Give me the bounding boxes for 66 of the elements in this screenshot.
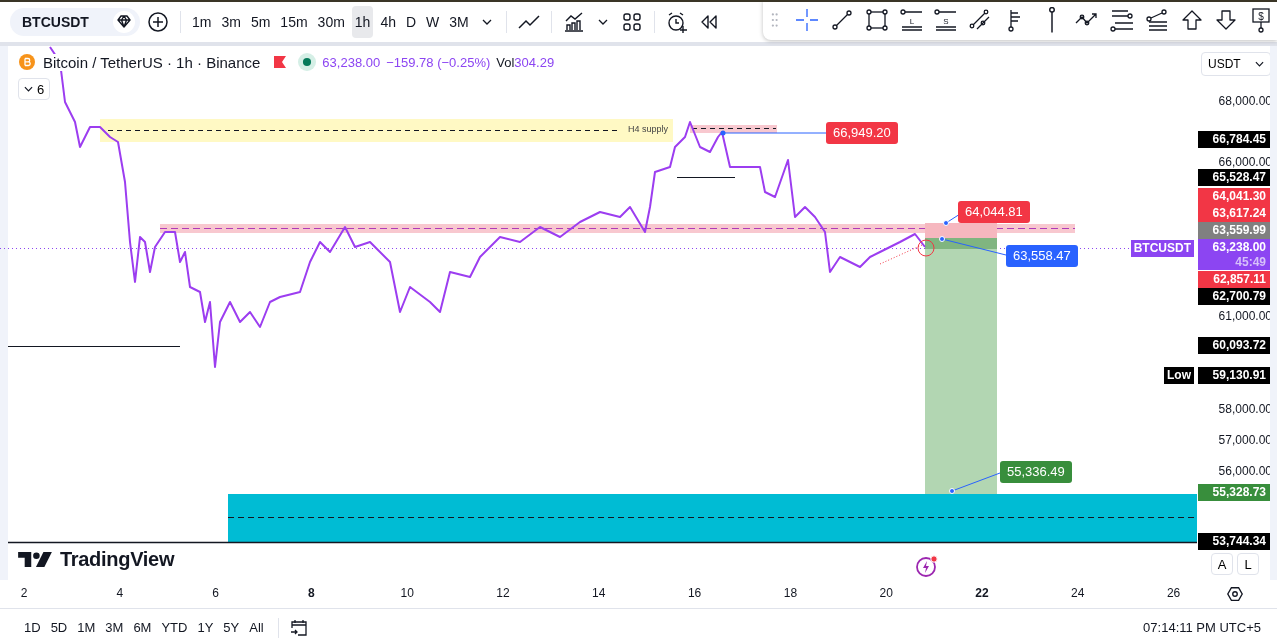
logo-text[interactable]: TradingView	[60, 548, 175, 571]
symbol-search[interactable]: BTCUSDT	[10, 8, 140, 36]
range-button[interactable]: 5D	[46, 620, 72, 635]
time-tick: 6	[212, 586, 219, 600]
volume-label: Vol	[496, 54, 515, 70]
price-tick: 68,000.00	[1217, 93, 1272, 109]
range-button[interactable]: 1Y	[193, 620, 218, 635]
time-tick: 22	[975, 586, 989, 600]
price-callout[interactable]: 66,949.20	[826, 122, 898, 144]
time-tick: 4	[116, 586, 124, 600]
price-label: 64,041.30	[1198, 187, 1270, 205]
time-tick: 8	[308, 586, 315, 600]
range-button[interactable]: 3M	[101, 620, 128, 635]
range-button[interactable]: 6M	[129, 620, 156, 635]
time-tick: 10	[400, 586, 414, 600]
scale-button[interactable]: A	[1211, 553, 1233, 575]
price-label: 65,528.47	[1198, 168, 1270, 186]
clock: 07:14:11 PM UTC+5	[1143, 620, 1261, 635]
volume-value: 304.29	[514, 54, 555, 70]
price-label: 66,784.45	[1198, 130, 1270, 148]
price-label: 60,093.72	[1198, 336, 1270, 354]
price-label: 53,744.34	[1198, 532, 1270, 550]
axis-tag: Low	[1164, 366, 1194, 384]
range-button[interactable]: 1D	[20, 620, 45, 635]
range-button[interactable]: YTD	[157, 620, 192, 635]
price-label: 62,857.11	[1198, 270, 1270, 288]
price-tick: 66,000.00	[1217, 154, 1272, 170]
interval-button[interactable]: 5m	[247, 6, 274, 38]
indicators-toggle[interactable]: 6	[18, 78, 51, 100]
time-tick: 2	[20, 586, 28, 600]
last-price: 63,238.00	[322, 54, 381, 70]
price-value: 63,238.00	[1212, 240, 1266, 255]
time-tick: 12	[496, 586, 510, 600]
price-change: −159.78 (−0.25%)	[386, 54, 491, 70]
price-tick: 58,000.00	[1217, 401, 1272, 417]
axis-tag: BTCUSDT	[1130, 239, 1194, 257]
zone-label: H4 supply	[628, 124, 669, 134]
interval-button[interactable]: D	[403, 6, 420, 38]
interval-button[interactable]: 4h	[377, 6, 399, 38]
countdown: 45:49	[1235, 255, 1266, 270]
range-button[interactable]: 5Y	[219, 620, 244, 635]
time-tick: 14	[592, 586, 606, 600]
scale-button[interactable]: L	[1237, 553, 1259, 575]
range-button[interactable]: All	[245, 620, 268, 635]
interval-button[interactable]: 1m	[189, 6, 215, 38]
interval-button[interactable]: 3M	[446, 6, 472, 38]
time-tick: 16	[687, 586, 702, 600]
chart-title[interactable]: Bitcoin / TetherUS · 1h · Binance	[41, 53, 263, 71]
price-label: 59,130.91	[1198, 366, 1270, 384]
interval-button[interactable]: 3m	[218, 6, 244, 38]
time-tick: 20	[879, 586, 893, 600]
price-callout[interactable]: 63,558.47	[1006, 245, 1078, 267]
price-label: 55,328.73	[1198, 483, 1270, 501]
range-button[interactable]: 1M	[73, 620, 100, 635]
interval-button[interactable]: 15m	[277, 6, 311, 38]
interval-button[interactable]: 1h	[351, 6, 374, 38]
time-tick: 24	[1071, 586, 1085, 600]
symbol-name[interactable]: BTCUSDT	[22, 14, 89, 30]
time-tick: 26	[1166, 586, 1181, 600]
interval-button[interactable]: W	[423, 6, 443, 38]
price-callout[interactable]: 55,336.49	[1000, 461, 1072, 483]
interval-button[interactable]: 30m	[314, 6, 348, 38]
price-tick: 56,000.00	[1217, 463, 1272, 479]
currency-select[interactable]: USDT	[1201, 52, 1271, 76]
price-callout[interactable]: 64,044.81	[958, 201, 1030, 223]
time-tick: 18	[783, 586, 798, 600]
